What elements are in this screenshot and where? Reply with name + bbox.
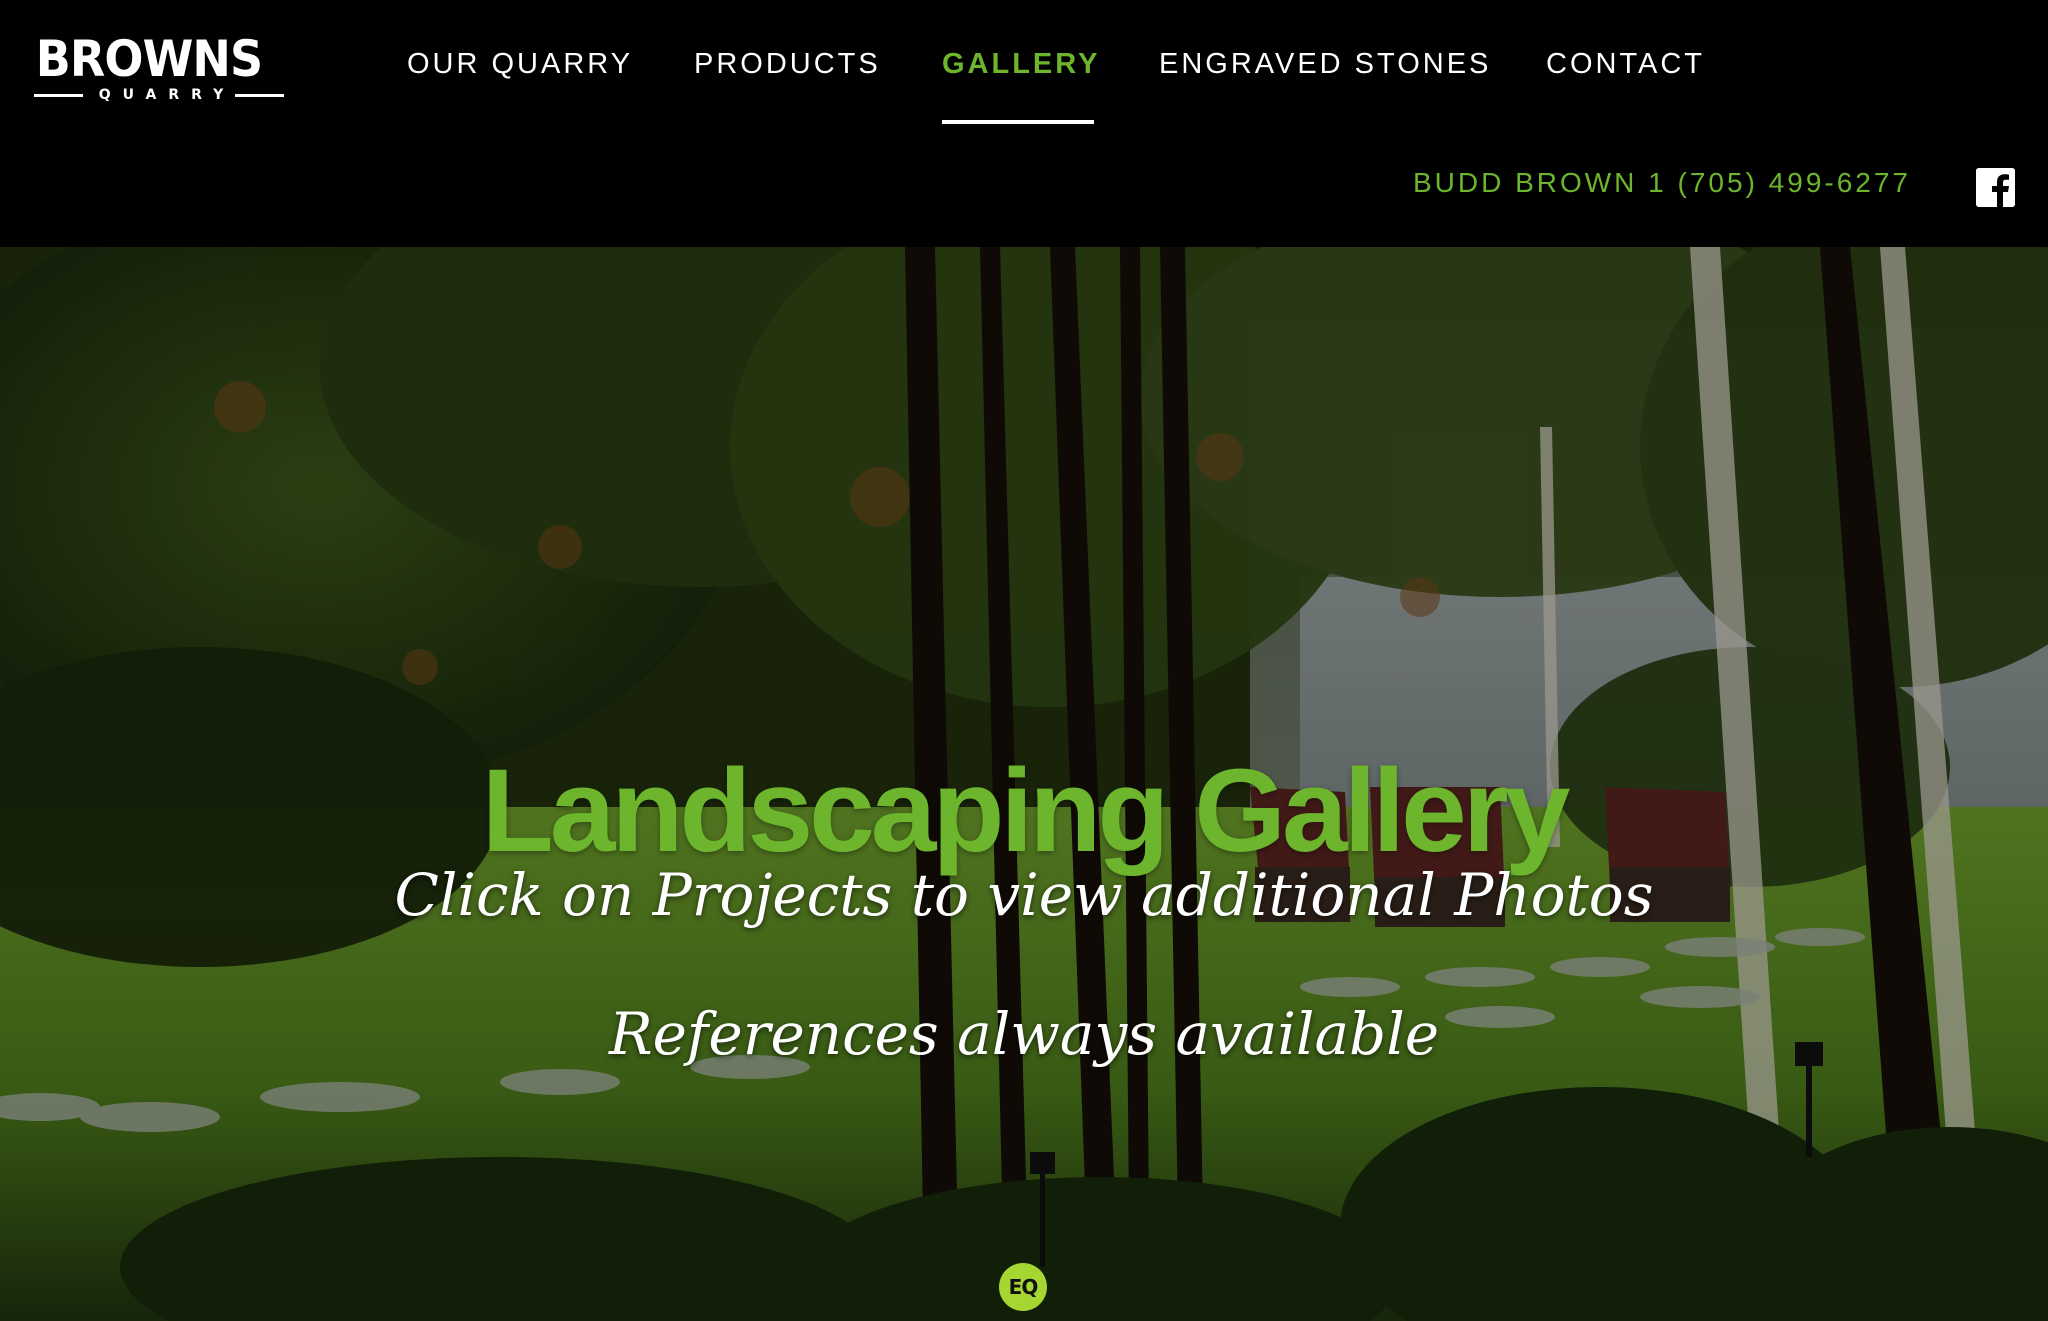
hero-title: Landscaping Gallery: [481, 745, 1571, 878]
phone-link[interactable]: BUDD BROWN 1 (705) 499-6277: [1413, 165, 1911, 201]
hero-references-text: References always available: [608, 1000, 1440, 1068]
logo-subtitle: QUARRY: [98, 87, 236, 103]
logo-wordmark: BROWNS: [35, 30, 263, 88]
facebook-icon[interactable]: [1976, 168, 2015, 207]
nav-gallery[interactable]: GALLERY: [942, 44, 1100, 84]
active-nav-underline: [942, 120, 1094, 124]
nav-contact[interactable]: CONTACT: [1546, 44, 1705, 84]
logo-subline: QUARRY: [34, 84, 285, 106]
nav-products[interactable]: PRODUCTS: [694, 44, 881, 84]
hero-instruction-text: Click on Projects to view additional Pho…: [394, 861, 1654, 929]
logo-rule-right: [235, 93, 285, 97]
hero-banner: Landscaping Gallery Click on Projects to…: [0, 247, 2048, 1321]
eq-badge-icon[interactable]: EQ: [999, 1263, 1047, 1311]
logo-rule-left: [34, 93, 83, 97]
nav-our-quarry[interactable]: OUR QUARRY: [407, 44, 633, 84]
browns-quarry-logo[interactable]: BROWNS QUARRY: [34, 30, 285, 106]
site-header: BROWNS QUARRY OUR QUARRY PRODUCTS GALLER…: [0, 0, 2048, 247]
nav-engraved-stones[interactable]: ENGRAVED STONES: [1159, 44, 1491, 84]
